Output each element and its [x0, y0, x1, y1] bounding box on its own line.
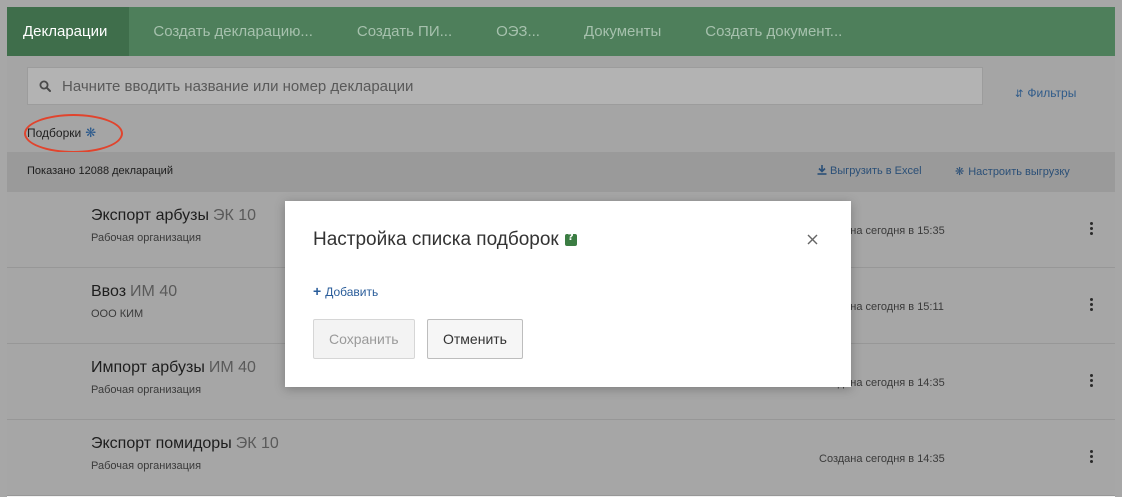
kebab-menu-icon[interactable]	[1086, 216, 1096, 240]
plus-icon: +	[313, 283, 322, 299]
kebab-menu-icon[interactable]	[1086, 444, 1096, 468]
list-item[interactable]: Экспорт помидоры ЭК 10 Рабочая организаци…	[7, 420, 1115, 496]
tab-declarations[interactable]: Декларации	[7, 7, 130, 56]
declaration-title: Ввоз ИМ 40	[91, 283, 178, 300]
filters-label: Фильтры	[1027, 86, 1077, 100]
add-collection-link[interactable]: + Добавить	[313, 283, 378, 299]
declaration-code: ЭК 10	[235, 435, 279, 452]
collections-settings-modal: Настройка списка подборок +Добавить Сохр…	[285, 201, 851, 387]
highlight-ellipse	[24, 114, 123, 153]
declaration-created: Создана сегодня в 14:35	[819, 453, 945, 465]
declaration-code: ИМ 40	[130, 283, 178, 300]
search-area: ⇵Фильтры Подборки ❋	[7, 56, 1115, 153]
export-settings-label: Настроить выгрузку	[968, 166, 1070, 178]
top-nav: Декларации Создать декларацию... Создать…	[7, 7, 1115, 56]
search-box	[27, 67, 983, 105]
declaration-code: ЭК 10	[213, 207, 257, 224]
results-count: Показано 12088 деклараций	[27, 165, 173, 177]
declaration-org: ООО КИМ	[91, 308, 144, 320]
declaration-title: Экспорт арбузы ЭК 10	[91, 207, 257, 224]
save-button[interactable]: Сохранить	[313, 319, 415, 359]
filters-link[interactable]: ⇵ Фильтры	[1015, 86, 1076, 100]
declaration-org: Рабочая организация	[91, 460, 202, 472]
export-excel-label: Выгрузить в Excel	[830, 165, 922, 177]
declaration-org: Рабочая организация	[91, 384, 202, 396]
add-label: Добавить	[325, 285, 379, 299]
modal-title: Настройка списка подборок	[313, 229, 577, 251]
kebab-menu-icon[interactable]	[1086, 292, 1096, 316]
gear-icon: ❋	[955, 166, 965, 178]
close-icon[interactable]	[803, 229, 823, 249]
download-icon	[817, 165, 827, 175]
kebab-menu-icon[interactable]	[1086, 368, 1096, 392]
tab-create-declaration[interactable]: Создать декларацию...	[129, 7, 335, 56]
tab-create-document[interactable]: Создать документ...	[683, 7, 864, 56]
search-input[interactable]	[62, 77, 962, 95]
summary-bar: Показано 12088 деклараций Выгрузить в Ex…	[7, 152, 1115, 192]
help-icon[interactable]	[564, 232, 577, 246]
tab-create-pi[interactable]: Создать ПИ...	[335, 7, 474, 56]
search-icon	[28, 80, 62, 92]
tab-documents[interactable]: Документы	[562, 7, 683, 56]
declaration-title: Импорт арбузы ИМ 40	[91, 359, 256, 376]
export-excel-link[interactable]: Выгрузить в Excel	[817, 165, 922, 177]
modal-title-text: Настройка списка подборок	[313, 229, 559, 250]
declaration-title: Экспорт помидоры ЭК 10	[91, 435, 279, 452]
declaration-org: Рабочая организация	[91, 232, 202, 244]
export-settings-link[interactable]: ❋ Настроить выгрузку	[955, 165, 1070, 178]
tab-oez[interactable]: ОЭЗ...	[474, 7, 562, 56]
cancel-button[interactable]: Отменить	[427, 319, 523, 359]
declaration-code: ИМ 40	[208, 359, 256, 376]
sort-icon: ⇵	[1015, 89, 1024, 100]
